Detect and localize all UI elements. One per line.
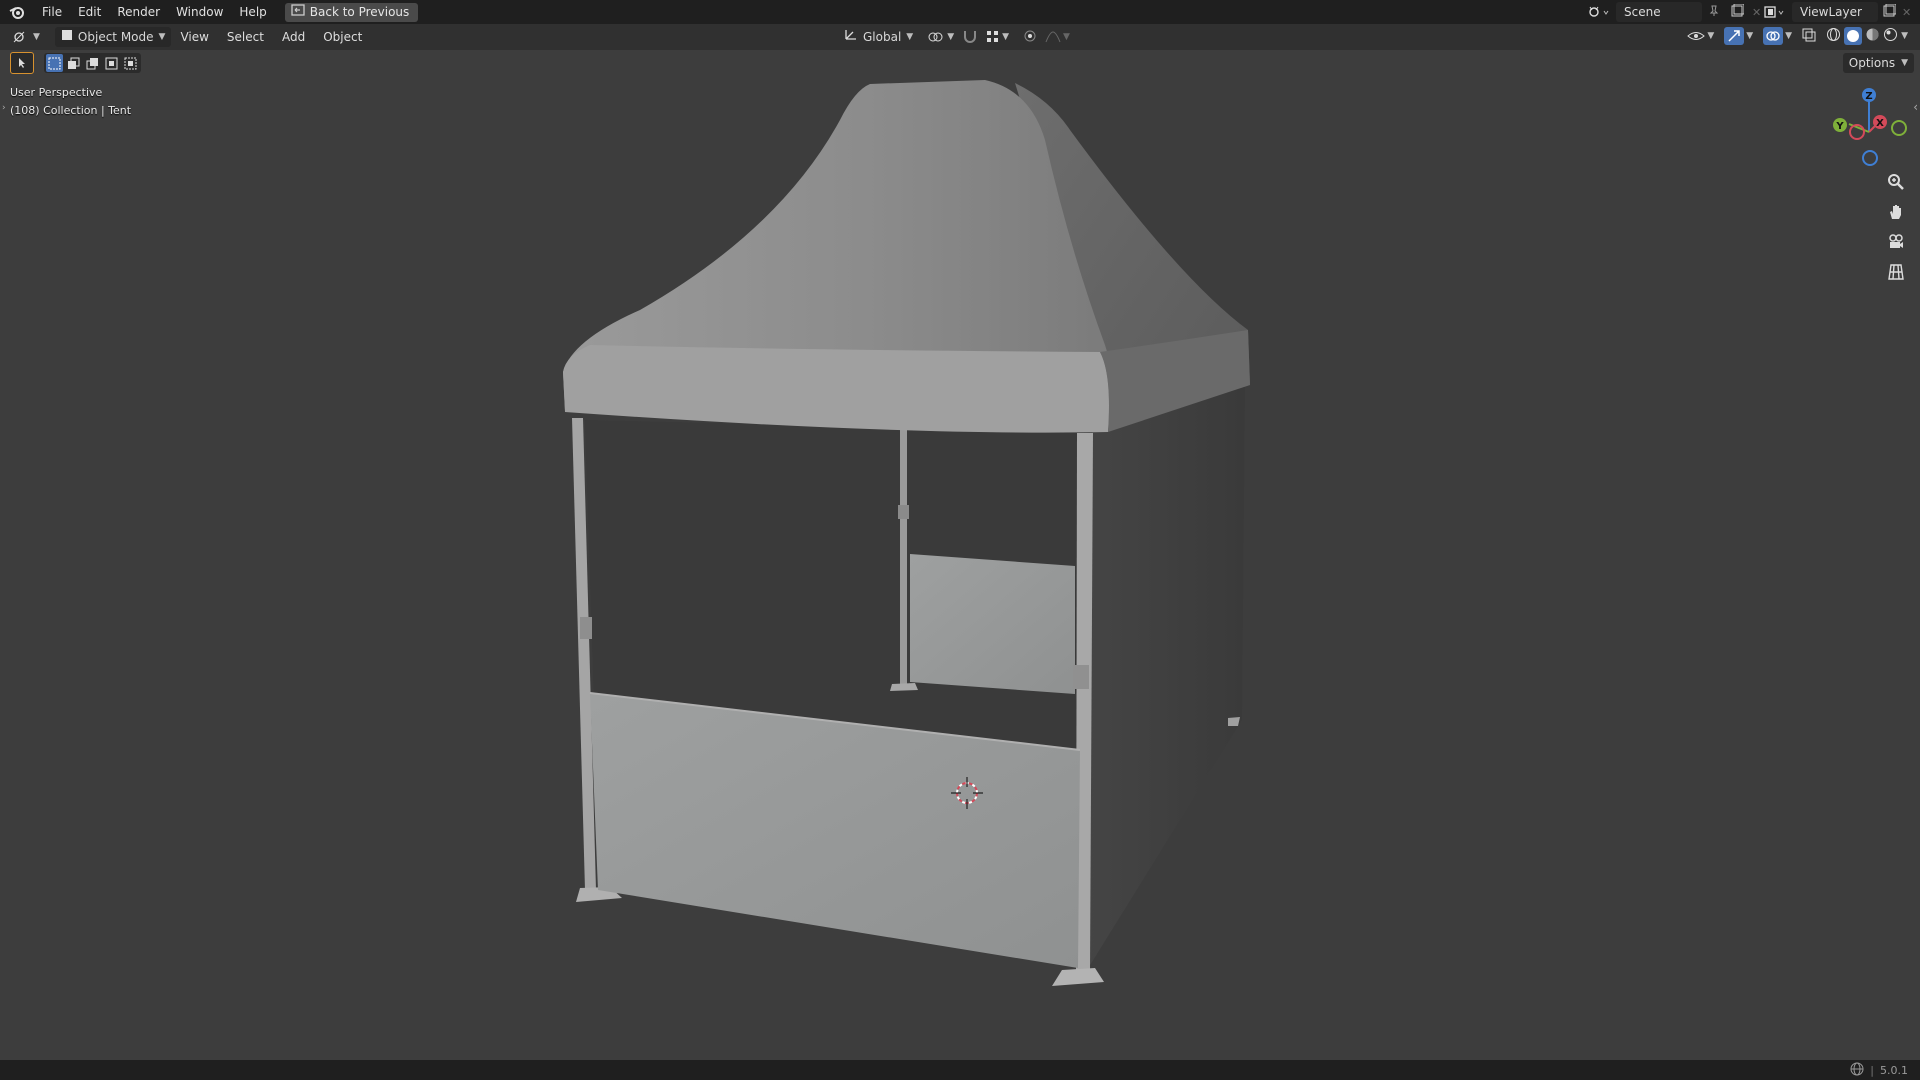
tent-back-panel (910, 554, 1075, 694)
status-bar: | 5.0.1 (0, 1060, 1920, 1080)
globe-icon (1850, 1062, 1864, 1079)
tent-model[interactable] (0, 0, 1920, 1080)
tent-back-pole-foot (890, 683, 918, 691)
tent-roof-eave (563, 345, 1109, 433)
3d-cursor-icon (951, 777, 983, 809)
tent-back-pole-clamp (898, 505, 909, 519)
version-label: 5.0.1 (1880, 1063, 1908, 1077)
tent-side-foot (1228, 717, 1240, 726)
tent-front-right-foot (1052, 968, 1104, 986)
status-separator: | (1870, 1063, 1874, 1077)
tent-side-wall (1087, 385, 1245, 970)
tent-back-pole (900, 428, 907, 684)
tent-right-pole-clamp (1073, 665, 1089, 689)
tent-left-pole-clamp (580, 617, 592, 639)
